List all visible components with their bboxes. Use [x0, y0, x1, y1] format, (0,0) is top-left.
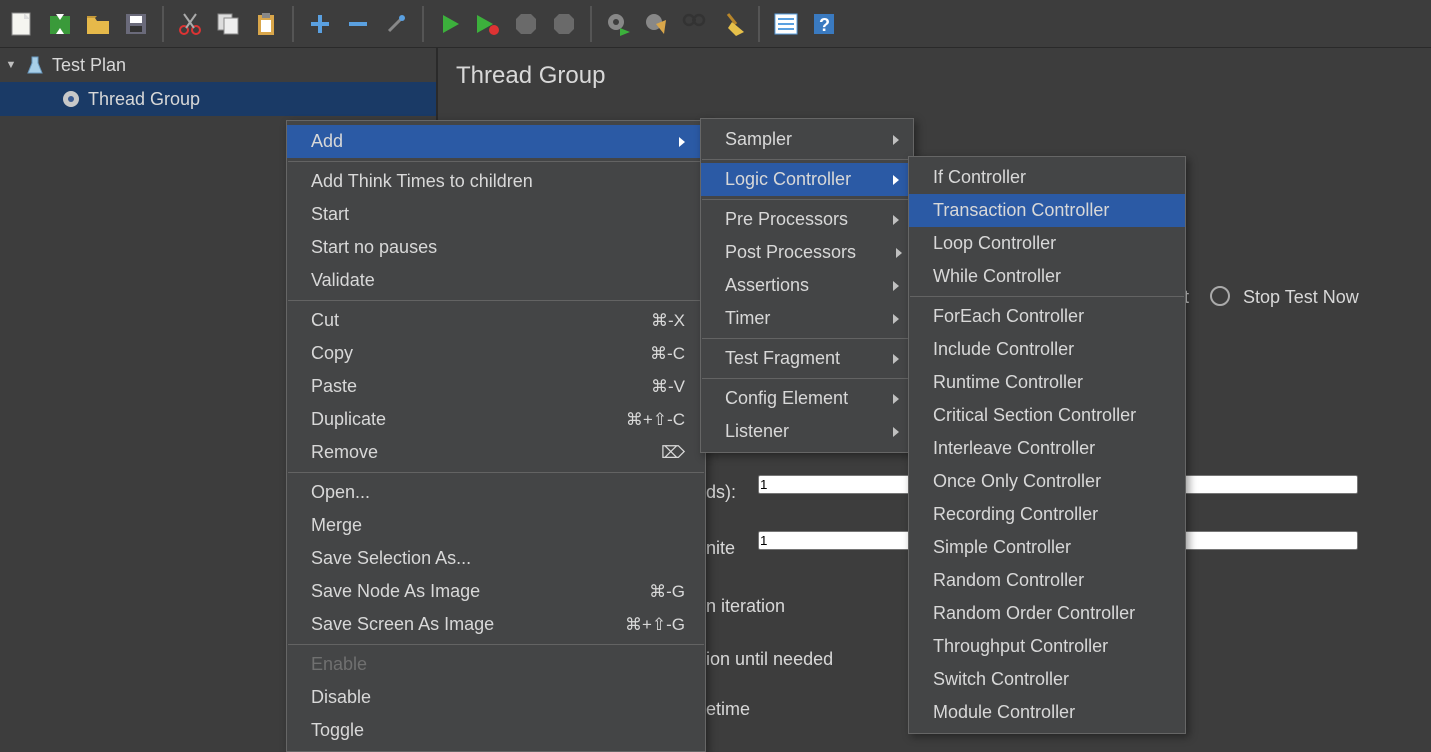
logic-module-controller[interactable]: Module Controller — [909, 696, 1185, 729]
menu-save-screen-image[interactable]: Save Screen As Image⌘+⇧-G — [287, 608, 705, 641]
submenu-pre-processors[interactable]: Pre Processors — [701, 203, 913, 236]
options-icon[interactable] — [768, 6, 804, 42]
logic-critical-section-controller[interactable]: Critical Section Controller — [909, 399, 1185, 432]
delay-partial: ion until needed — [706, 649, 833, 670]
gear-icon — [60, 88, 82, 110]
minus-icon[interactable] — [340, 6, 376, 42]
menu-validate[interactable]: Validate — [287, 264, 705, 297]
submenu-listener[interactable]: Listener — [701, 415, 913, 448]
logic-switch-controller[interactable]: Switch Controller — [909, 663, 1185, 696]
submenu-arrow-icon — [893, 427, 899, 437]
logic-throughput-controller[interactable]: Throughput Controller — [909, 630, 1185, 663]
submenu-assertions[interactable]: Assertions — [701, 269, 913, 302]
run-icon[interactable] — [432, 6, 468, 42]
menu-merge[interactable]: Merge — [287, 509, 705, 542]
logic-recording-controller[interactable]: Recording Controller — [909, 498, 1185, 531]
flask-icon — [24, 54, 46, 76]
new-icon[interactable] — [4, 6, 40, 42]
menu-save-selection[interactable]: Save Selection As... — [287, 542, 705, 575]
menu-disable[interactable]: Disable — [287, 681, 705, 714]
menu-start-no-pauses[interactable]: Start no pauses — [287, 231, 705, 264]
stop-icon[interactable] — [508, 6, 544, 42]
logic-transaction-controller[interactable]: Transaction Controller — [909, 194, 1185, 227]
menu-copy[interactable]: Copy⌘-C — [287, 337, 705, 370]
wand-icon[interactable] — [378, 6, 414, 42]
submenu-arrow-icon — [893, 354, 899, 364]
scheduler-partial: etime — [706, 699, 750, 720]
editor-title: Thread Group — [456, 62, 1413, 90]
submenu-test-fragment[interactable]: Test Fragment — [701, 342, 913, 375]
menu-duplicate[interactable]: Duplicate⌘+⇧-C — [287, 403, 705, 436]
paste-icon[interactable] — [248, 6, 284, 42]
logic-controller-submenu: If Controller Transaction Controller Loo… — [908, 156, 1186, 734]
run-no-pause-icon[interactable] — [470, 6, 506, 42]
submenu-arrow-icon — [893, 281, 899, 291]
loop-label-partial: nite — [706, 538, 735, 559]
submenu-logic-controller[interactable]: Logic Controller — [701, 163, 913, 196]
tree-expand-icon[interactable]: ▼ — [4, 59, 18, 71]
tree-label-test-plan: Test Plan — [52, 55, 126, 76]
submenu-sampler[interactable]: Sampler — [701, 123, 913, 156]
menu-enable: Enable — [287, 648, 705, 681]
logic-interleave-controller[interactable]: Interleave Controller — [909, 432, 1185, 465]
menu-start[interactable]: Start — [287, 198, 705, 231]
logic-runtime-controller[interactable]: Runtime Controller — [909, 366, 1185, 399]
tree-label-thread-group: Thread Group — [88, 89, 200, 110]
menu-add-think-times[interactable]: Add Think Times to children — [287, 165, 705, 198]
menu-cut[interactable]: Cut⌘-X — [287, 304, 705, 337]
menu-remove[interactable]: Remove⌦ — [287, 436, 705, 469]
logic-random-controller[interactable]: Random Controller — [909, 564, 1185, 597]
logic-foreach-controller[interactable]: ForEach Controller — [909, 300, 1185, 333]
gear-clear-icon[interactable] — [638, 6, 674, 42]
help-icon[interactable]: ? — [806, 6, 842, 42]
submenu-arrow-icon — [893, 175, 899, 185]
submenu-arrow-icon — [893, 314, 899, 324]
menu-add[interactable]: Add — [287, 125, 705, 158]
gear-run-icon[interactable] — [600, 6, 636, 42]
submenu-config-element[interactable]: Config Element — [701, 382, 913, 415]
submenu-post-processors[interactable]: Post Processors — [701, 236, 913, 269]
submenu-timer[interactable]: Timer — [701, 302, 913, 335]
tree-row-thread-group[interactable]: Thread Group — [0, 82, 436, 116]
logic-while-controller[interactable]: While Controller — [909, 260, 1185, 293]
same-user-partial: n iteration — [706, 596, 785, 617]
logic-once-only-controller[interactable]: Once Only Controller — [909, 465, 1185, 498]
templates-icon[interactable] — [42, 6, 78, 42]
stop-test-now-radio[interactable] — [1210, 286, 1230, 306]
plus-icon[interactable] — [302, 6, 338, 42]
menu-open[interactable]: Open... — [287, 476, 705, 509]
copy-icon[interactable] — [210, 6, 246, 42]
logic-include-controller[interactable]: Include Controller — [909, 333, 1185, 366]
stop-test-now-label: Stop Test Now — [1243, 287, 1359, 308]
add-submenu: Sampler Logic Controller Pre Processors … — [700, 118, 914, 453]
menu-paste[interactable]: Paste⌘-V — [287, 370, 705, 403]
menu-toggle[interactable]: Toggle — [287, 714, 705, 747]
logic-simple-controller[interactable]: Simple Controller — [909, 531, 1185, 564]
menu-save-node-image[interactable]: Save Node As Image⌘-G — [287, 575, 705, 608]
ramp-label-partial: ds): — [706, 482, 736, 503]
logic-loop-controller[interactable]: Loop Controller — [909, 227, 1185, 260]
logic-random-order-controller[interactable]: Random Order Controller — [909, 597, 1185, 630]
svg-text:?: ? — [819, 15, 830, 35]
tree-row-test-plan[interactable]: ▼ Test Plan — [0, 48, 436, 82]
cut-icon[interactable] — [172, 6, 208, 42]
submenu-arrow-icon — [893, 215, 899, 225]
context-menu: Add Add Think Times to children Start St… — [286, 120, 706, 752]
shutdown-icon[interactable] — [546, 6, 582, 42]
submenu-arrow-icon — [893, 135, 899, 145]
search-icon[interactable] — [676, 6, 712, 42]
logic-if-controller[interactable]: If Controller — [909, 161, 1185, 194]
save-icon[interactable] — [118, 6, 154, 42]
submenu-arrow-icon — [679, 137, 685, 147]
main-toolbar: ? — [0, 0, 1431, 48]
open-icon[interactable] — [80, 6, 116, 42]
submenu-arrow-icon — [893, 394, 899, 404]
broom-icon[interactable] — [714, 6, 750, 42]
submenu-arrow-icon — [896, 248, 902, 258]
